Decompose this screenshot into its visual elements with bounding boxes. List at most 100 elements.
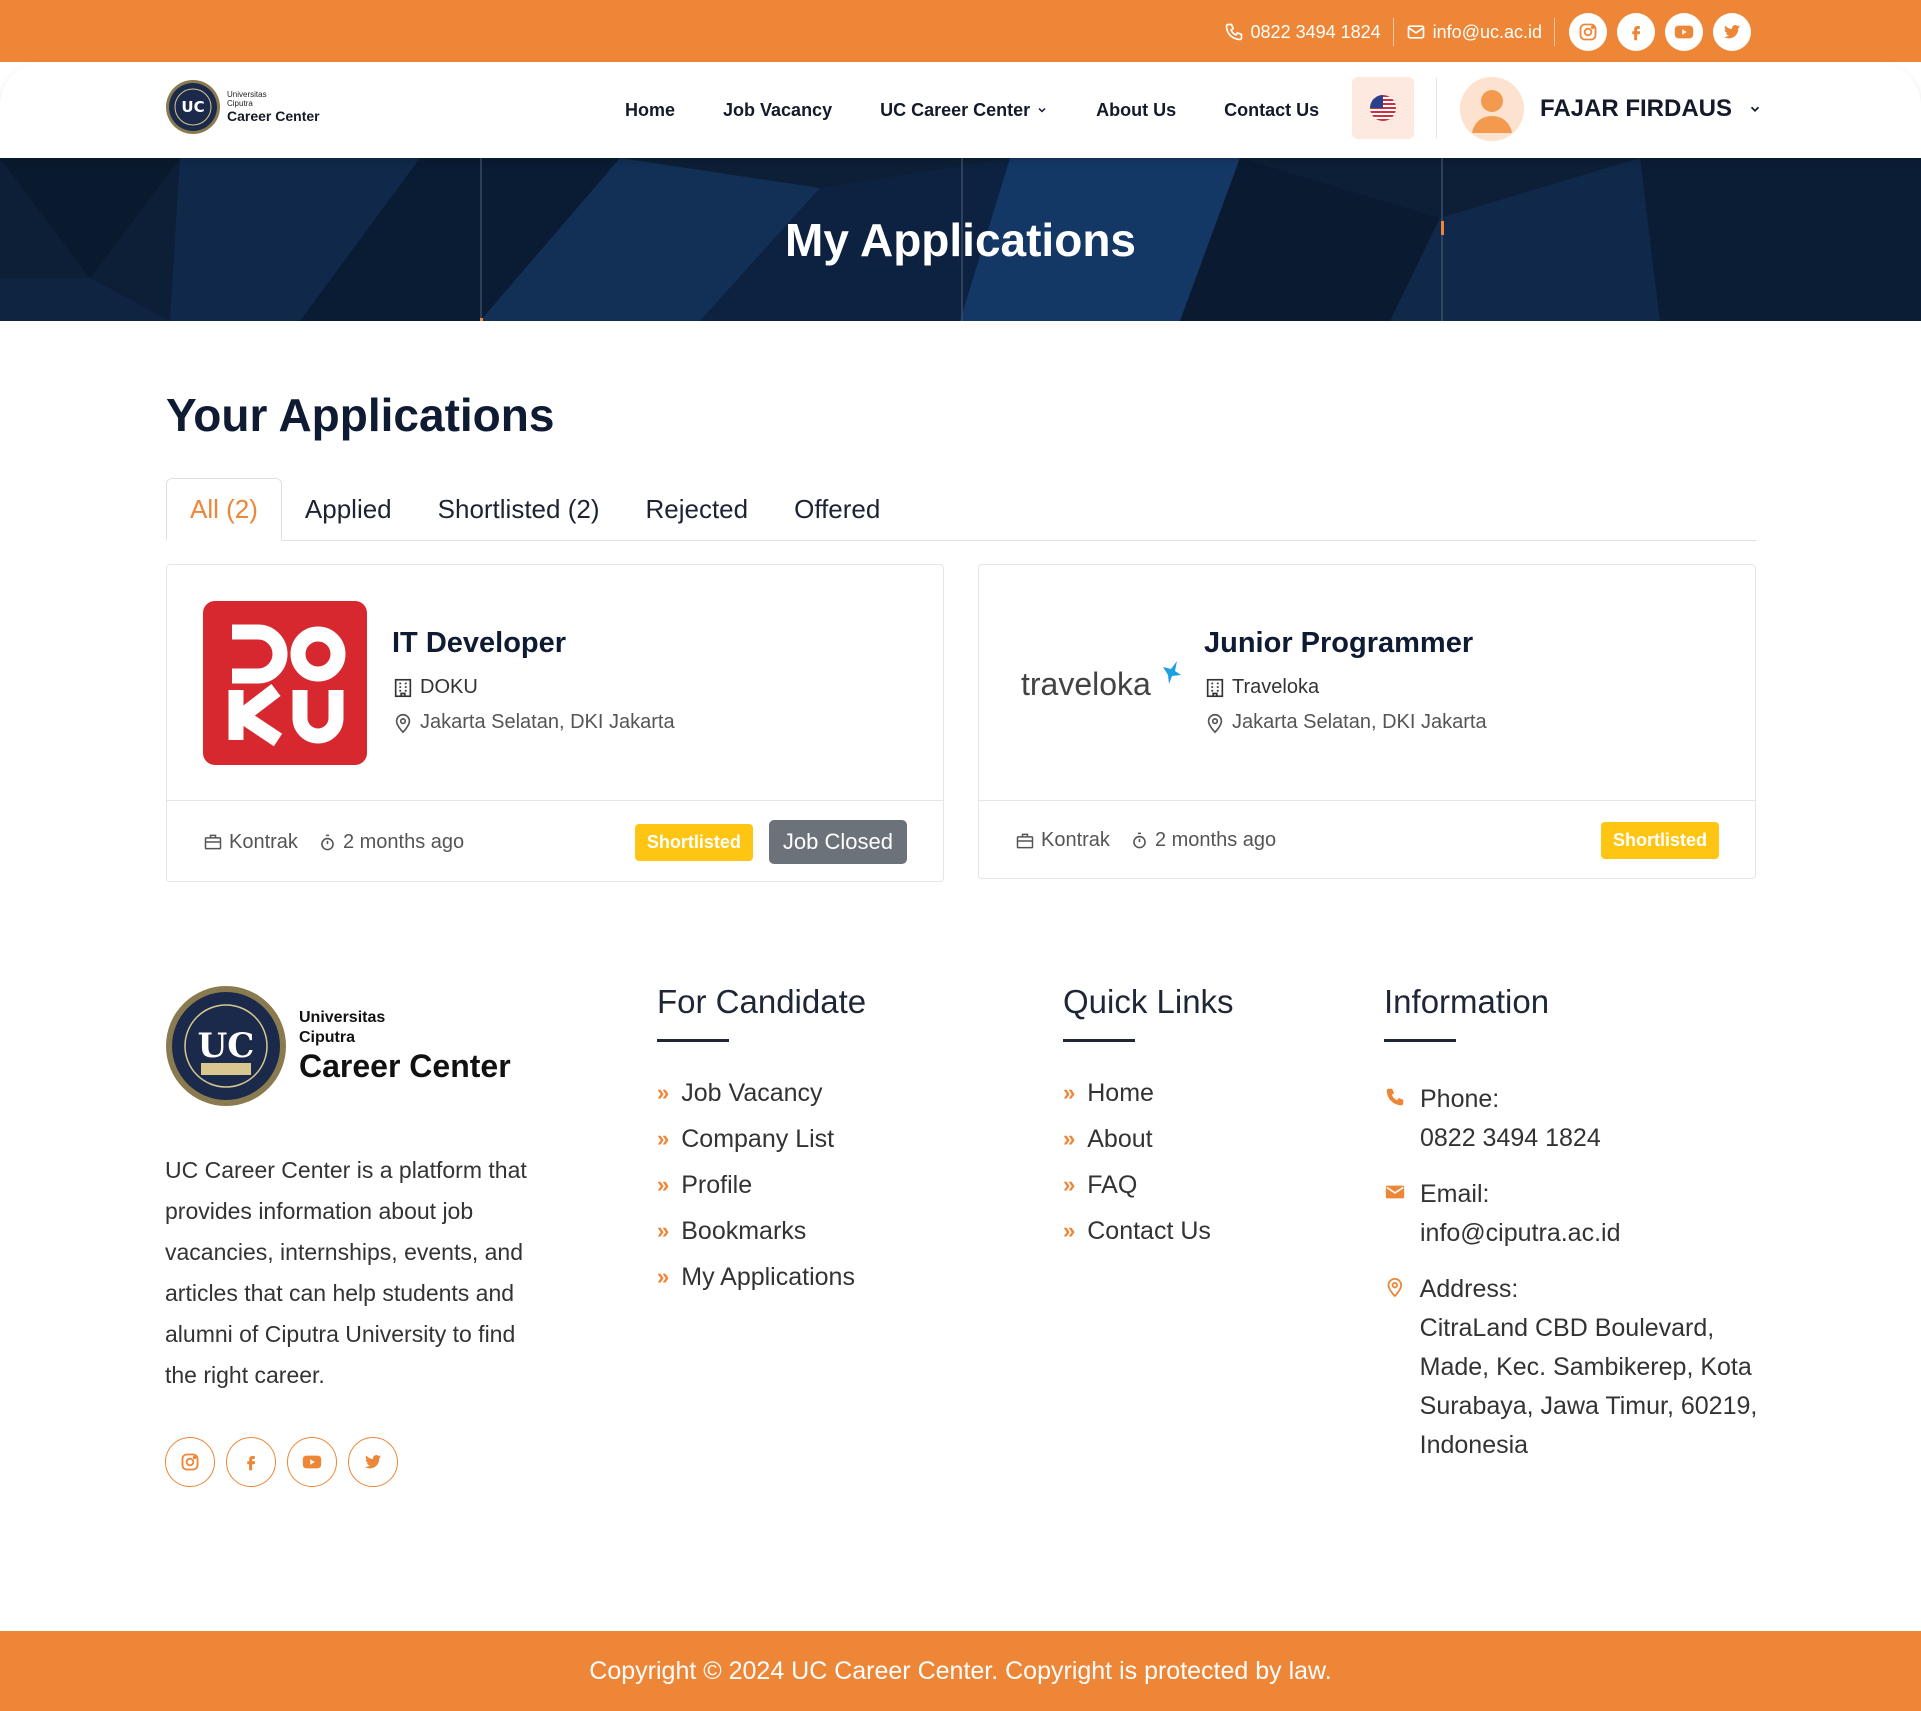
page-title: My Applications	[785, 214, 1136, 266]
tab-applied[interactable]: Applied	[282, 478, 415, 541]
footer-link-label: Home	[1087, 1078, 1154, 1107]
building-icon	[394, 678, 412, 697]
location-pin-icon	[395, 713, 411, 733]
double-chevron-right-icon: »	[657, 1172, 670, 1197]
nav-uc-career-center[interactable]: UC Career Center	[880, 100, 1048, 121]
double-chevron-right-icon: »	[1063, 1172, 1076, 1197]
footer-link-contact-us[interactable]: » Contact Us	[1063, 1208, 1234, 1254]
youtube-icon[interactable]	[287, 1437, 337, 1487]
double-chevron-right-icon: »	[657, 1218, 670, 1243]
footer-quick-links-column: Quick Links » Home » About » FAQ » Contact U…	[1063, 983, 1234, 1254]
footer-link-label: Profile	[681, 1170, 753, 1199]
job-location-line: Jakarta Selatan, DKI Jakarta	[392, 711, 675, 734]
job-type-text: Kontrak	[1041, 829, 1110, 851]
footer-link-company-list[interactable]: » Company List	[657, 1116, 866, 1162]
footer-link-faq[interactable]: » FAQ	[1063, 1162, 1234, 1208]
application-card-body: traveloka Junior Programmer Traveloka Ja…	[979, 565, 1755, 801]
application-card-body: IT Developer DOKU Jakarta Selatan, DKI J…	[167, 565, 943, 801]
footer-link-job-vacancy[interactable]: » Job Vacancy	[657, 1070, 866, 1116]
tab-shortlisted[interactable]: Shortlisted (2)	[415, 478, 623, 541]
footer-email-value[interactable]: info@ciputra.ac.id	[1420, 1214, 1620, 1253]
job-type-text: Kontrak	[229, 830, 298, 853]
tab-all[interactable]: All (2)	[166, 478, 282, 541]
company-logo-doku[interactable]	[203, 601, 367, 765]
job-type: Kontrak	[1015, 829, 1110, 852]
top-phone-text: 0822 3494 1824	[1250, 21, 1381, 42]
svg-text:UC: UC	[181, 98, 204, 116]
user-menu[interactable]: FAJAR FIRDAUS	[1460, 76, 1762, 142]
facebook-icon[interactable]	[1617, 13, 1655, 51]
footer-phone-value[interactable]: 0822 3494 1824	[1420, 1119, 1601, 1158]
footer-address-value: CitraLand CBD Boulevard, Made, Kec. Samb…	[1419, 1314, 1758, 1459]
stopwatch-icon	[321, 834, 334, 850]
top-divider	[1392, 18, 1394, 46]
footer-link-label: Contact Us	[1087, 1216, 1211, 1245]
footer-candidate-title: For Candidate	[657, 983, 867, 1020]
footer-logo-line2: Ciputra	[299, 1029, 355, 1046]
top-phone[interactable]: 0822 3494 1824	[1224, 22, 1381, 43]
footer-email-label: Email:	[1420, 1180, 1490, 1208]
building-icon	[1206, 678, 1224, 697]
job-title[interactable]: IT Developer	[392, 627, 675, 660]
tab-offered[interactable]: Offered	[771, 478, 903, 541]
footer-link-label: My Applications	[681, 1262, 855, 1291]
company-name: DOKU	[420, 676, 478, 698]
application-card-footer: Kontrak 2 months ago Shortlisted Job Clo…	[203, 801, 907, 883]
top-email-text: info@uc.ac.id	[1432, 21, 1542, 42]
instagram-icon[interactable]	[165, 1437, 215, 1487]
footer-candidate-column: For Candidate » Job Vacancy » Company List…	[657, 983, 866, 1300]
header-logo-line2: Ciputra	[227, 99, 253, 108]
application-card[interactable]: IT Developer DOKU Jakarta Selatan, DKI J…	[166, 564, 944, 882]
footer-link-label: Company List	[681, 1124, 835, 1153]
twitter-icon[interactable]	[1713, 13, 1751, 51]
youtube-icon[interactable]	[1665, 13, 1703, 51]
company-logo-traveloka[interactable]: traveloka	[1015, 601, 1185, 765]
footer-info-title: Information	[1384, 983, 1550, 1020]
footer-logo-line1: Universitas	[299, 1009, 386, 1026]
top-divider	[1554, 18, 1555, 46]
user-name: FAJAR FIRDAUS	[1540, 95, 1733, 122]
footer-link-about[interactable]: » About	[1063, 1116, 1234, 1162]
double-chevron-right-icon: »	[657, 1080, 670, 1105]
briefcase-icon	[204, 834, 222, 850]
twitter-icon[interactable]	[348, 1437, 398, 1487]
header-logo[interactable]: UC Universitas Ciputra Career Center	[165, 79, 320, 135]
footer-link-label: Bookmarks	[681, 1216, 807, 1245]
footer-address-label: Address:	[1419, 1275, 1519, 1303]
footer-title-underline	[657, 1039, 729, 1042]
application-card[interactable]: traveloka Junior Programmer Traveloka Ja…	[978, 564, 1756, 879]
status-badge: Shortlisted	[1600, 822, 1719, 859]
nav-contact-us[interactable]: Contact Us	[1224, 100, 1319, 121]
footer-title-underline	[1063, 1039, 1135, 1042]
footer-about-text: UC Career Center is a platform that prov…	[165, 1157, 527, 1388]
footer-link-home[interactable]: » Home	[1063, 1070, 1234, 1116]
application-tabs: All (2) Applied Shortlisted (2) Rejected…	[166, 478, 1756, 541]
top-email[interactable]: info@uc.ac.id	[1406, 22, 1542, 43]
facebook-icon[interactable]	[226, 1437, 276, 1487]
company-name: Traveloka	[1232, 676, 1320, 698]
nav-home[interactable]: Home	[625, 100, 675, 121]
footer-address: Address: CitraLand CBD Boulevard, Made, …	[1384, 1270, 1764, 1465]
footer-link-bookmarks[interactable]: » Bookmarks	[657, 1208, 866, 1254]
mail-icon	[1407, 25, 1425, 39]
job-closed-button[interactable]: Job Closed	[768, 820, 907, 864]
footer-link-my-applications[interactable]: » My Applications	[657, 1254, 866, 1300]
footer-logo[interactable]: UC Universitas Ciputra Career Center	[165, 985, 511, 1107]
top-contact-bar: 0822 3494 1824 info@uc.ac.id	[1224, 12, 1751, 52]
job-location: Jakarta Selatan, DKI Jakarta	[1232, 711, 1487, 733]
location-pin-icon	[1387, 1277, 1403, 1298]
footer-link-profile[interactable]: » Profile	[657, 1162, 866, 1208]
tab-rejected[interactable]: Rejected	[622, 478, 771, 541]
instagram-icon[interactable]	[1569, 13, 1607, 51]
nav-job-vacancy[interactable]: Job Vacancy	[723, 100, 832, 121]
briefcase-icon	[1016, 833, 1034, 848]
us-flag-icon	[1370, 95, 1396, 121]
doku-logo-icon	[228, 624, 346, 747]
nav-about-us[interactable]: About Us	[1096, 100, 1176, 121]
job-title[interactable]: Junior Programmer	[1204, 627, 1487, 660]
language-switcher[interactable]	[1352, 77, 1414, 139]
footer-info-list: Phone: 0822 3494 1824 Email: info@ciputr…	[1384, 1080, 1764, 1465]
company-name-line: DOKU	[392, 676, 675, 699]
posted-time: 2 months ago	[318, 831, 464, 854]
footer-quick-title: Quick Links	[1063, 983, 1234, 1020]
